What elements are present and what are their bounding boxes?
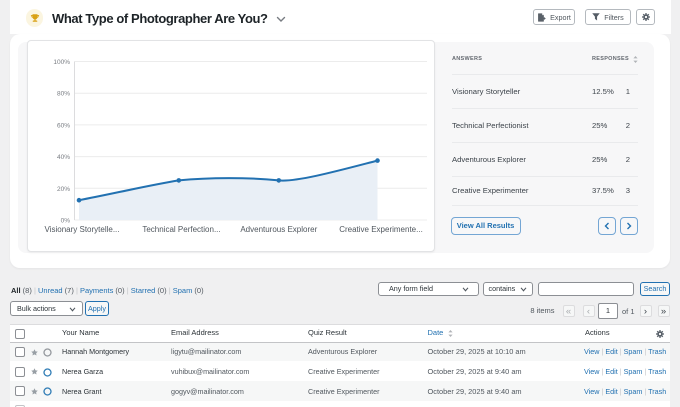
svg-text:100%: 100%: [53, 59, 70, 66]
svg-text:Visionary Storytelle...: Visionary Storytelle...: [45, 225, 120, 234]
svg-text:80%: 80%: [57, 91, 70, 98]
svg-text:Technical Perfection...: Technical Perfection...: [142, 225, 220, 234]
svg-text:0%: 0%: [61, 218, 71, 225]
svg-text:Creative Experimente...: Creative Experimente...: [339, 225, 423, 234]
svg-text:60%: 60%: [57, 122, 70, 129]
svg-text:40%: 40%: [57, 154, 70, 161]
svg-text:20%: 20%: [57, 186, 70, 193]
svg-text:Adventurous Explorer: Adventurous Explorer: [240, 225, 317, 234]
